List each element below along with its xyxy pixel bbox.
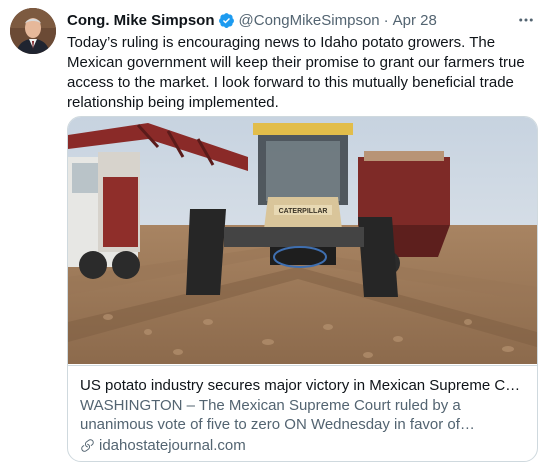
tweet-header: Cong. Mike Simpson @CongMikeSimpson · Ap… bbox=[67, 10, 437, 30]
author-name[interactable]: Cong. Mike Simpson bbox=[67, 12, 215, 29]
avatar[interactable] bbox=[10, 8, 56, 54]
tweet-date[interactable]: Apr 28 bbox=[393, 12, 437, 29]
tweet[interactable]: Cong. Mike Simpson @CongMikeSimpson · Ap… bbox=[0, 0, 550, 471]
link-preview-card[interactable]: CATERPILLAR US potato industry secures m… bbox=[67, 116, 538, 462]
more-options-icon[interactable] bbox=[516, 10, 536, 30]
card-title[interactable]: US potato industry secures major victory… bbox=[80, 376, 525, 395]
link-icon bbox=[81, 439, 94, 452]
card-domain[interactable]: idahostatejournal.com bbox=[80, 436, 525, 455]
author-handle[interactable]: @CongMikeSimpson bbox=[239, 12, 380, 29]
separator-dot: · bbox=[383, 11, 389, 29]
verified-badge-icon bbox=[218, 12, 234, 28]
tweet-text: Today’s ruling is encouraging news to Id… bbox=[67, 34, 525, 111]
caterpillar-brand-text: CATERPILLAR bbox=[279, 208, 328, 215]
card-description: WASHINGTON – The Mexican Supreme Court r… bbox=[80, 397, 461, 433]
card-domain-text[interactable]: idahostatejournal.com bbox=[99, 436, 246, 455]
card-info[interactable]: US potato industry secures major victory… bbox=[68, 365, 537, 461]
card-image[interactable]: CATERPILLAR bbox=[68, 117, 537, 364]
